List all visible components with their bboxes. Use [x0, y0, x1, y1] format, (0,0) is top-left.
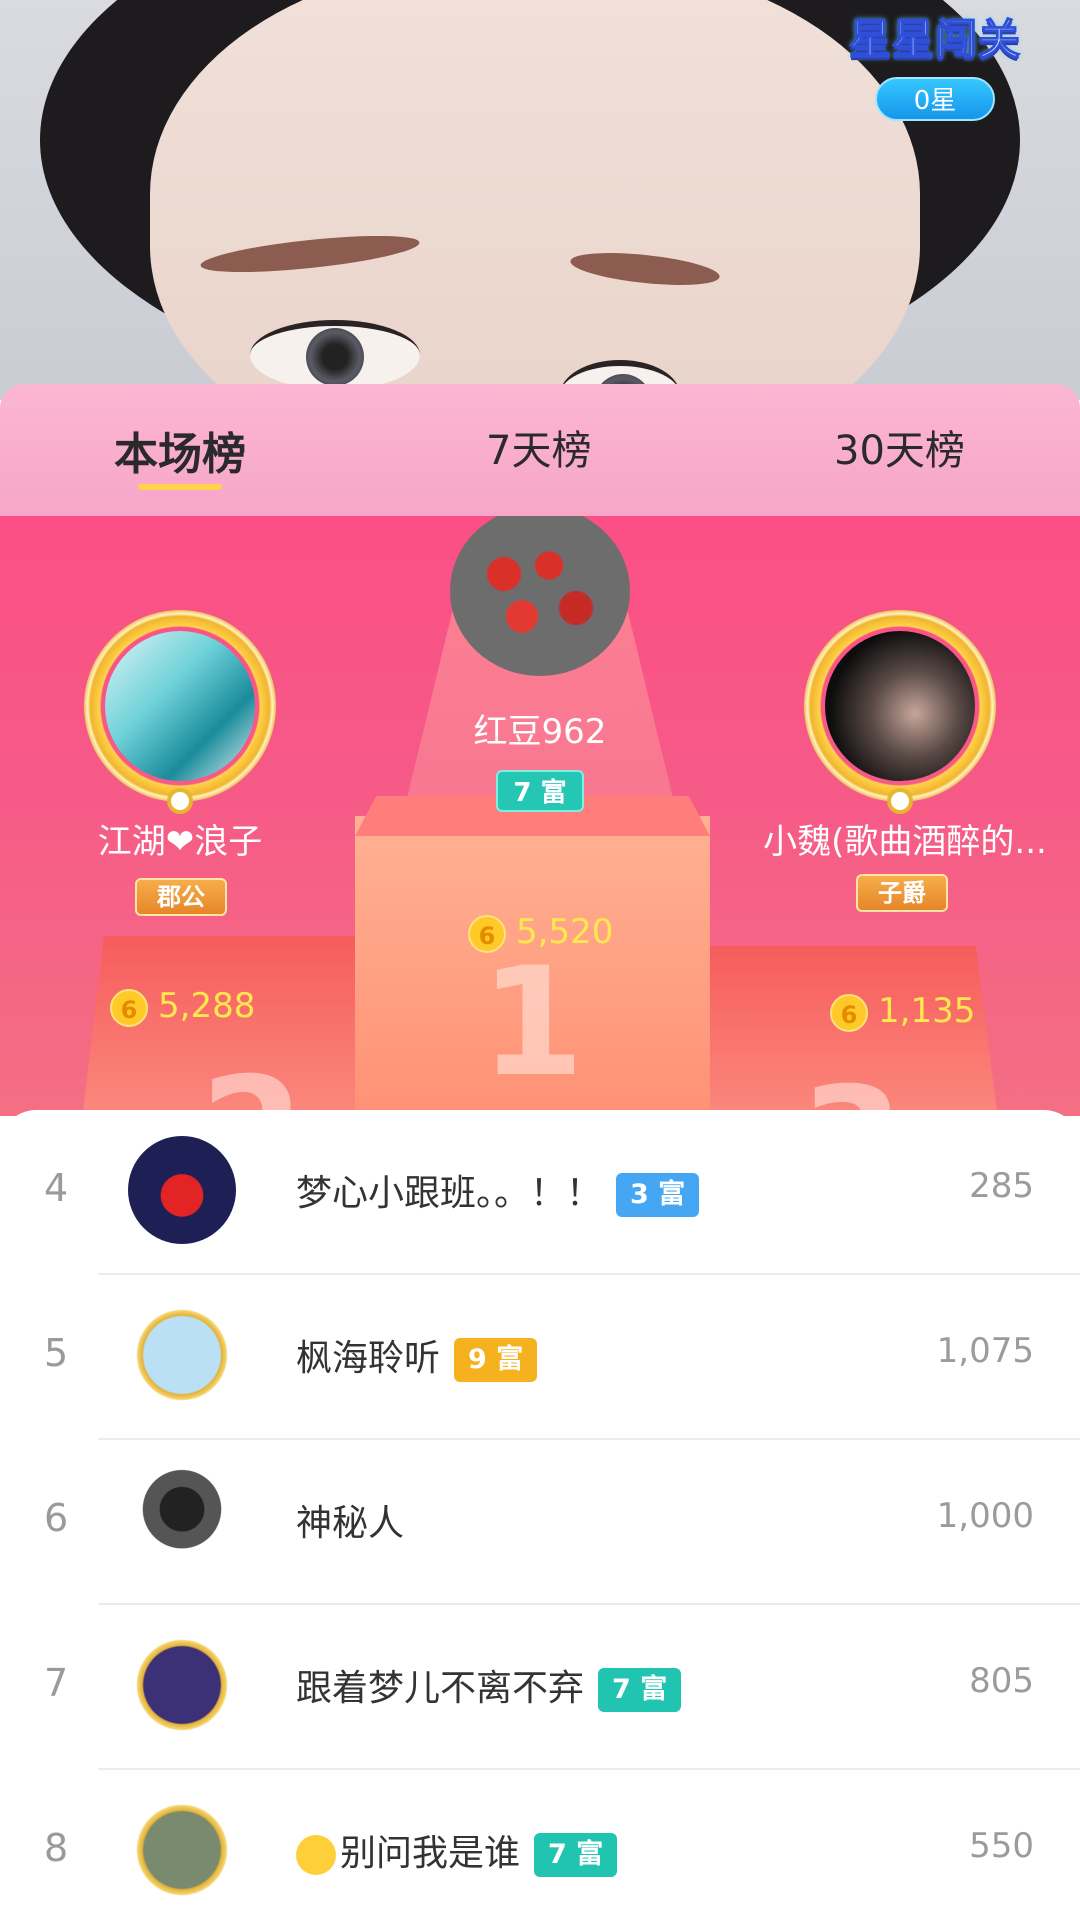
user-avatar[interactable]	[128, 1136, 236, 1244]
ranking-tabs: 本场榜 7天榜 30天榜	[0, 384, 1080, 516]
user-name: 梦心小跟班。。！！ 3 富	[296, 1164, 700, 1217]
third-place-score: 6 1,135	[830, 991, 975, 1032]
user-name-text: 跟着梦儿不离不弃	[296, 1668, 585, 1709]
third-place-title-badge: 子爵	[856, 874, 948, 912]
avatar-frame-gem-icon	[887, 788, 913, 814]
rank-number: 6	[44, 1496, 69, 1540]
user-avatar[interactable]	[128, 1796, 236, 1904]
first-place-score: 6 5,520	[468, 912, 613, 953]
user-score: 550	[969, 1826, 1034, 1866]
podium-number-third: 3	[800, 1056, 904, 1116]
first-place-wealth-badge: 7 富	[496, 770, 584, 812]
user-name-text: 别问我是谁	[340, 1833, 521, 1874]
second-place-score-value: 5,288	[158, 986, 256, 1026]
avatar-frame	[84, 610, 276, 802]
rank-number: 7	[44, 1661, 69, 1705]
user-score: 285	[969, 1166, 1034, 1206]
third-place-score-value: 1,135	[878, 991, 976, 1031]
coin-icon: 6	[110, 988, 148, 1027]
user-avatar[interactable]	[128, 1301, 236, 1409]
third-place-name[interactable]: 小魏(歌曲酒醉的...	[745, 814, 1065, 863]
tab-this-session[interactable]: 本场榜	[114, 418, 246, 482]
live-video-background: 星星闯关 0星	[0, 0, 1080, 400]
podium-number-first: 1	[480, 936, 585, 1110]
podium-number-second: 2	[200, 1046, 304, 1116]
list-item[interactable]: 8 别问我是谁 7 富 550	[0, 1770, 1080, 1920]
second-place-score: 6 5,288	[110, 986, 255, 1027]
wealth-badge: 7 富	[598, 1668, 682, 1712]
user-name: 别问我是谁 7 富	[296, 1824, 618, 1877]
second-place-title-badge: 郡公	[135, 878, 227, 916]
tab-7-days[interactable]: 7天榜	[486, 418, 591, 476]
user-name: 跟着梦儿不离不弃 7 富	[296, 1659, 682, 1712]
user-score: 805	[969, 1661, 1034, 1701]
ranking-list: 4 梦心小跟班。。！！ 3 富 285 5 枫海聆听 9 富 1,075 6 神秘人…	[0, 1110, 1080, 1920]
avatar-frame-gem-icon	[167, 788, 193, 814]
user-score: 1,000	[936, 1496, 1034, 1536]
streamer-eye-left	[250, 320, 420, 390]
star-challenge-title: 星星闯关	[848, 14, 1021, 65]
first-place-score-value: 5,520	[516, 912, 614, 952]
user-name-text: 神秘人	[296, 1503, 405, 1544]
coin-icon: 6	[468, 914, 506, 953]
top-three-podium: 1 2 3 红豆962 7 富 6 5,520 江湖❤浪子 郡公 6 5,288 小…	[0, 516, 1080, 1116]
user-name: 神秘人	[296, 1494, 404, 1546]
first-place-name[interactable]: 红豆962	[390, 704, 690, 753]
star-challenge-badge[interactable]: 星星闯关 0星	[840, 6, 1030, 126]
user-name-text: 枫海聆听	[296, 1338, 441, 1379]
rank-number: 4	[44, 1166, 69, 1210]
list-item[interactable]: 7 跟着梦儿不离不弃 7 富 805	[0, 1605, 1080, 1770]
active-tab-indicator	[138, 484, 222, 490]
list-item[interactable]: 5 枫海聆听 9 富 1,075	[0, 1275, 1080, 1440]
rank-number: 5	[44, 1331, 69, 1375]
rank-number: 8	[44, 1826, 69, 1870]
user-avatar[interactable]	[128, 1631, 236, 1739]
star-count-pill: 0星	[875, 77, 995, 121]
eye-roll-emoji-icon	[296, 1835, 336, 1875]
iris	[306, 328, 364, 386]
tab-30-days[interactable]: 30天榜	[834, 418, 965, 476]
user-name-text: 梦心小跟班。。！！	[296, 1173, 603, 1214]
list-item[interactable]: 6 神秘人 1,000	[0, 1440, 1080, 1605]
coin-icon: 6	[830, 993, 868, 1032]
list-item[interactable]: 4 梦心小跟班。。！！ 3 富 285	[0, 1110, 1080, 1275]
mystery-user-avatar[interactable]	[128, 1466, 236, 1574]
wealth-badge: 7 富	[534, 1833, 618, 1877]
wealth-badge: 3 富	[616, 1173, 700, 1217]
second-place-name[interactable]: 江湖❤浪子	[40, 814, 320, 863]
user-score: 1,075	[936, 1331, 1034, 1371]
avatar-frame	[804, 610, 996, 802]
wealth-badge: 9 富	[454, 1338, 538, 1382]
user-name: 枫海聆听 9 富	[296, 1329, 538, 1382]
